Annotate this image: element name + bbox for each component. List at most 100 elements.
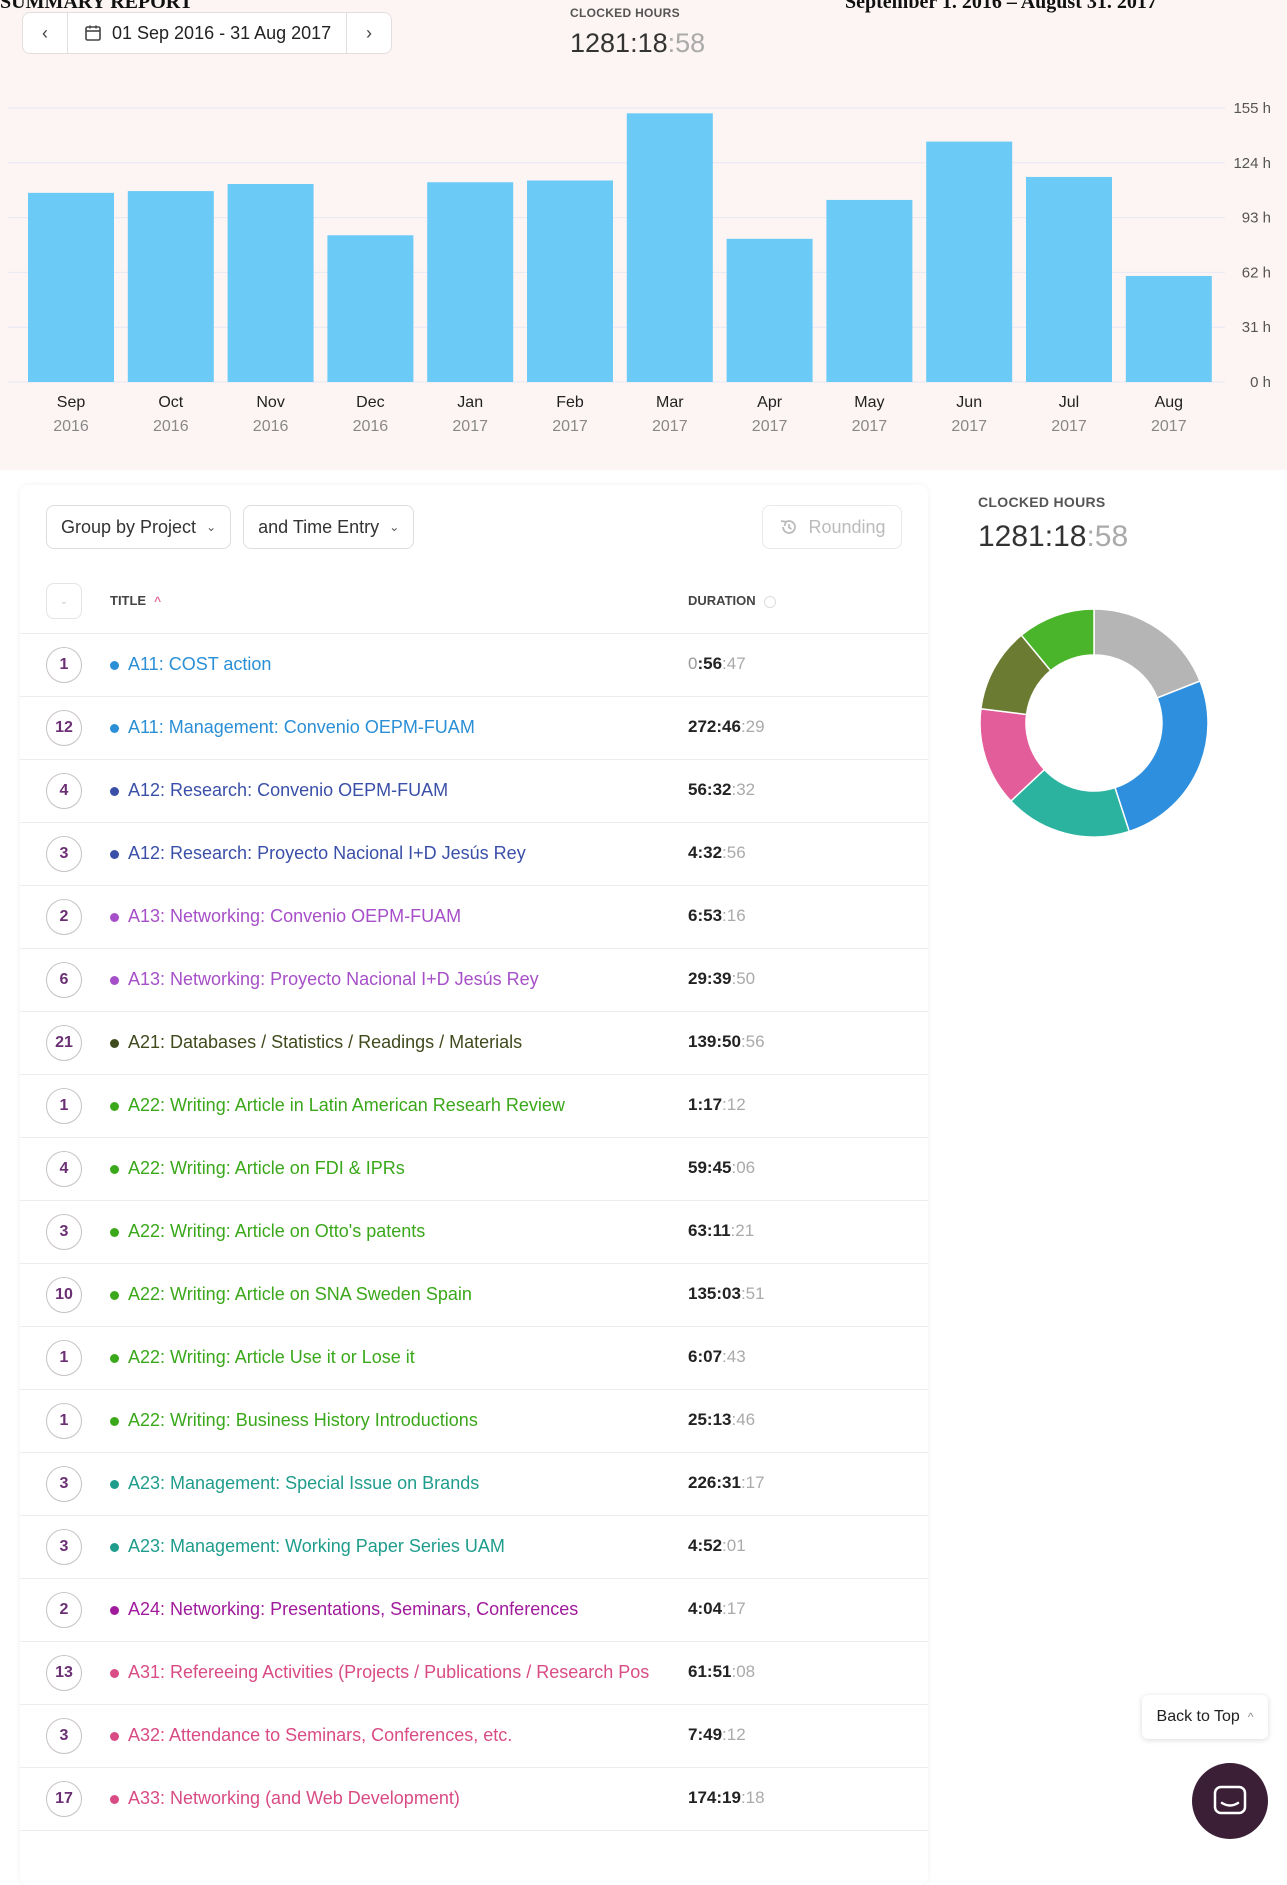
month-bar[interactable] [127,191,214,382]
entry-count-badge[interactable]: 3 [46,1214,82,1250]
project-title[interactable]: A22: Writing: Article on SNA Sweden Spai… [128,1284,472,1305]
entry-count-badge[interactable]: 2 [46,1592,82,1628]
rounding-button[interactable]: Rounding [762,505,902,549]
project-title[interactable]: A22: Writing: Article on Otto's patents [128,1221,425,1242]
project-title[interactable]: A22: Writing: Article Use it or Lose it [128,1347,415,1368]
table-row[interactable]: 12 A11: Management: Convenio OEPM-FUAM 272… [20,697,928,760]
month-bar[interactable] [1125,275,1212,382]
project-title[interactable]: A32: Attendance to Seminars, Conferences… [128,1725,512,1746]
table-row[interactable]: 6 A13: Networking: Proyecto Nacional I+D … [20,949,928,1012]
duration-hours-minutes: 25:13 [688,1410,732,1429]
table-row[interactable]: 2 A24: Networking: Presentations, Seminar… [20,1579,928,1642]
project-title[interactable]: A11: Management: Convenio OEPM-FUAM [128,717,475,738]
entry-count-badge[interactable]: 4 [46,773,82,809]
project-title[interactable]: A24: Networking: Presentations, Seminars… [128,1599,578,1620]
prev-period-button[interactable]: ‹ [23,13,67,53]
month-bar[interactable] [626,113,713,382]
donut-segment[interactable] [1093,608,1201,699]
entry-count-badge[interactable]: 21 [46,1025,82,1061]
table-row[interactable]: 3 A23: Management: Working Paper Series U… [20,1516,928,1579]
project-title[interactable]: A12: Research: Proyecto Nacional I+D Jes… [128,843,526,864]
duration-seconds: :12 [722,1095,746,1114]
entry-count-badge[interactable]: 10 [46,1277,82,1313]
table-row[interactable]: 4 A12: Research: Convenio OEPM-FUAM 56:32:… [20,760,928,823]
project-title[interactable]: A12: Research: Convenio OEPM-FUAM [128,780,448,801]
duration-hours-minutes: 6:07 [688,1347,723,1366]
chat-launcher-button[interactable] [1192,1763,1268,1839]
sub-group-dropdown[interactable]: and Time Entry ⌄ [243,505,415,549]
month-bar[interactable] [327,235,414,382]
project-title[interactable]: A23: Management: Special Issue on Brands [128,1473,479,1494]
entry-count-badge[interactable]: 13 [46,1655,82,1691]
project-title[interactable]: A13: Networking: Proyecto Nacional I+D J… [128,969,539,990]
duration-hours-minutes: 135:03 [688,1284,741,1303]
project-title[interactable]: A33: Networking (and Web Development) [128,1788,460,1809]
next-period-button[interactable]: › [347,13,391,53]
entry-count-badge[interactable]: 17 [46,1781,82,1817]
entry-count-badge[interactable]: 2 [46,899,82,935]
back-to-top-button[interactable]: Back to Top ^ [1142,1695,1268,1739]
entry-count-badge[interactable]: 1 [46,1403,82,1439]
table-row[interactable]: 17 A33: Networking (and Web Development) 1… [20,1768,928,1831]
month-bar[interactable] [726,238,813,382]
x-year-label: 2016 [153,418,189,435]
project-title[interactable]: A11: COST action [128,654,271,675]
entry-count-badge[interactable]: 12 [46,710,82,746]
duration-value: 0:56:47 [688,654,746,674]
table-row[interactable]: 3 A23: Management: Special Issue on Brand… [20,1453,928,1516]
project-color-dot [110,976,119,985]
donut-segment[interactable] [1114,680,1209,833]
month-bar[interactable] [227,184,314,382]
table-row[interactable]: 4 A22: Writing: Article on FDI & IPRs 59:4… [20,1138,928,1201]
table-row[interactable]: 2 A13: Networking: Convenio OEPM-FUAM 6:53… [20,886,928,949]
project-title[interactable]: A13: Networking: Convenio OEPM-FUAM [128,906,461,927]
table-row[interactable]: 1 A22: Writing: Business History Introduc… [20,1390,928,1453]
entry-count-badge[interactable]: 3 [46,1718,82,1754]
entry-count-badge[interactable]: 3 [46,836,82,872]
clocked-hours-label: CLOCKED HOURS [570,6,680,20]
entry-count-badge[interactable]: 1 [46,647,82,683]
table-row[interactable]: 3 A12: Research: Proyecto Nacional I+D Je… [20,823,928,886]
project-title[interactable]: A22: Writing: Article in Latin American … [128,1095,565,1116]
x-year-label: 2016 [353,418,389,435]
project-title[interactable]: A31: Refereeing Activities (Projects / P… [128,1662,649,1683]
table-row[interactable]: 21 A21: Databases / Statistics / Readings… [20,1012,928,1075]
month-bar[interactable] [826,199,913,382]
duration-value: 135:03:51 [688,1284,765,1304]
project-title[interactable]: A22: Writing: Business History Introduct… [128,1410,478,1431]
entry-count-badge[interactable]: 1 [46,1088,82,1124]
table-row[interactable]: 3 A22: Writing: Article on Otto's patents… [20,1201,928,1264]
y-tick-label: 93 h [1242,210,1271,227]
group-by-dropdown[interactable]: Group by Project ⌄ [46,505,232,549]
month-bar[interactable] [1026,176,1112,382]
y-tick-label: 155 h [1233,100,1271,117]
entry-count-badge[interactable]: 6 [46,962,82,998]
duration-column-header[interactable]: DURATION [688,593,776,608]
entry-count-badge[interactable]: 1 [46,1340,82,1376]
x-month-label: Oct [158,394,183,411]
duration-value: 272:46:29 [688,717,765,737]
entry-count-badge[interactable]: 4 [46,1151,82,1187]
table-row[interactable]: 13 A31: Refereeing Activities (Projects /… [20,1642,928,1705]
date-range-selector[interactable]: 01 Sep 2016 - 31 Aug 2017 [68,23,346,44]
month-bar[interactable] [28,192,114,382]
month-bar[interactable] [527,180,613,382]
title-column-header[interactable]: TITLE ^ [110,593,161,608]
x-year-label: 2017 [452,418,488,435]
table-row[interactable]: 1 A22: Writing: Article in Latin American… [20,1075,928,1138]
table-row[interactable]: 1 A11: COST action 0:56:47 [20,634,928,697]
expand-all-toggle[interactable]: ⌄ [46,583,82,619]
month-bar[interactable] [427,182,514,382]
project-title[interactable]: A22: Writing: Article on FDI & IPRs [128,1158,405,1179]
duration-seconds: :17 [722,1599,746,1618]
table-row[interactable]: 1 A22: Writing: Article Use it or Lose it… [20,1327,928,1390]
entry-count-badge[interactable]: 3 [46,1466,82,1502]
project-title[interactable]: A23: Management: Working Paper Series UA… [128,1536,505,1557]
project-title[interactable]: A21: Databases / Statistics / Readings /… [128,1032,522,1053]
duration-hours-minutes: 139:50 [688,1032,741,1051]
table-row[interactable]: 3 A32: Attendance to Seminars, Conference… [20,1705,928,1768]
project-color-dot [110,850,119,859]
table-row[interactable]: 10 A22: Writing: Article on SNA Sweden Sp… [20,1264,928,1327]
entry-count-badge[interactable]: 3 [46,1529,82,1565]
month-bar[interactable] [926,141,1013,382]
